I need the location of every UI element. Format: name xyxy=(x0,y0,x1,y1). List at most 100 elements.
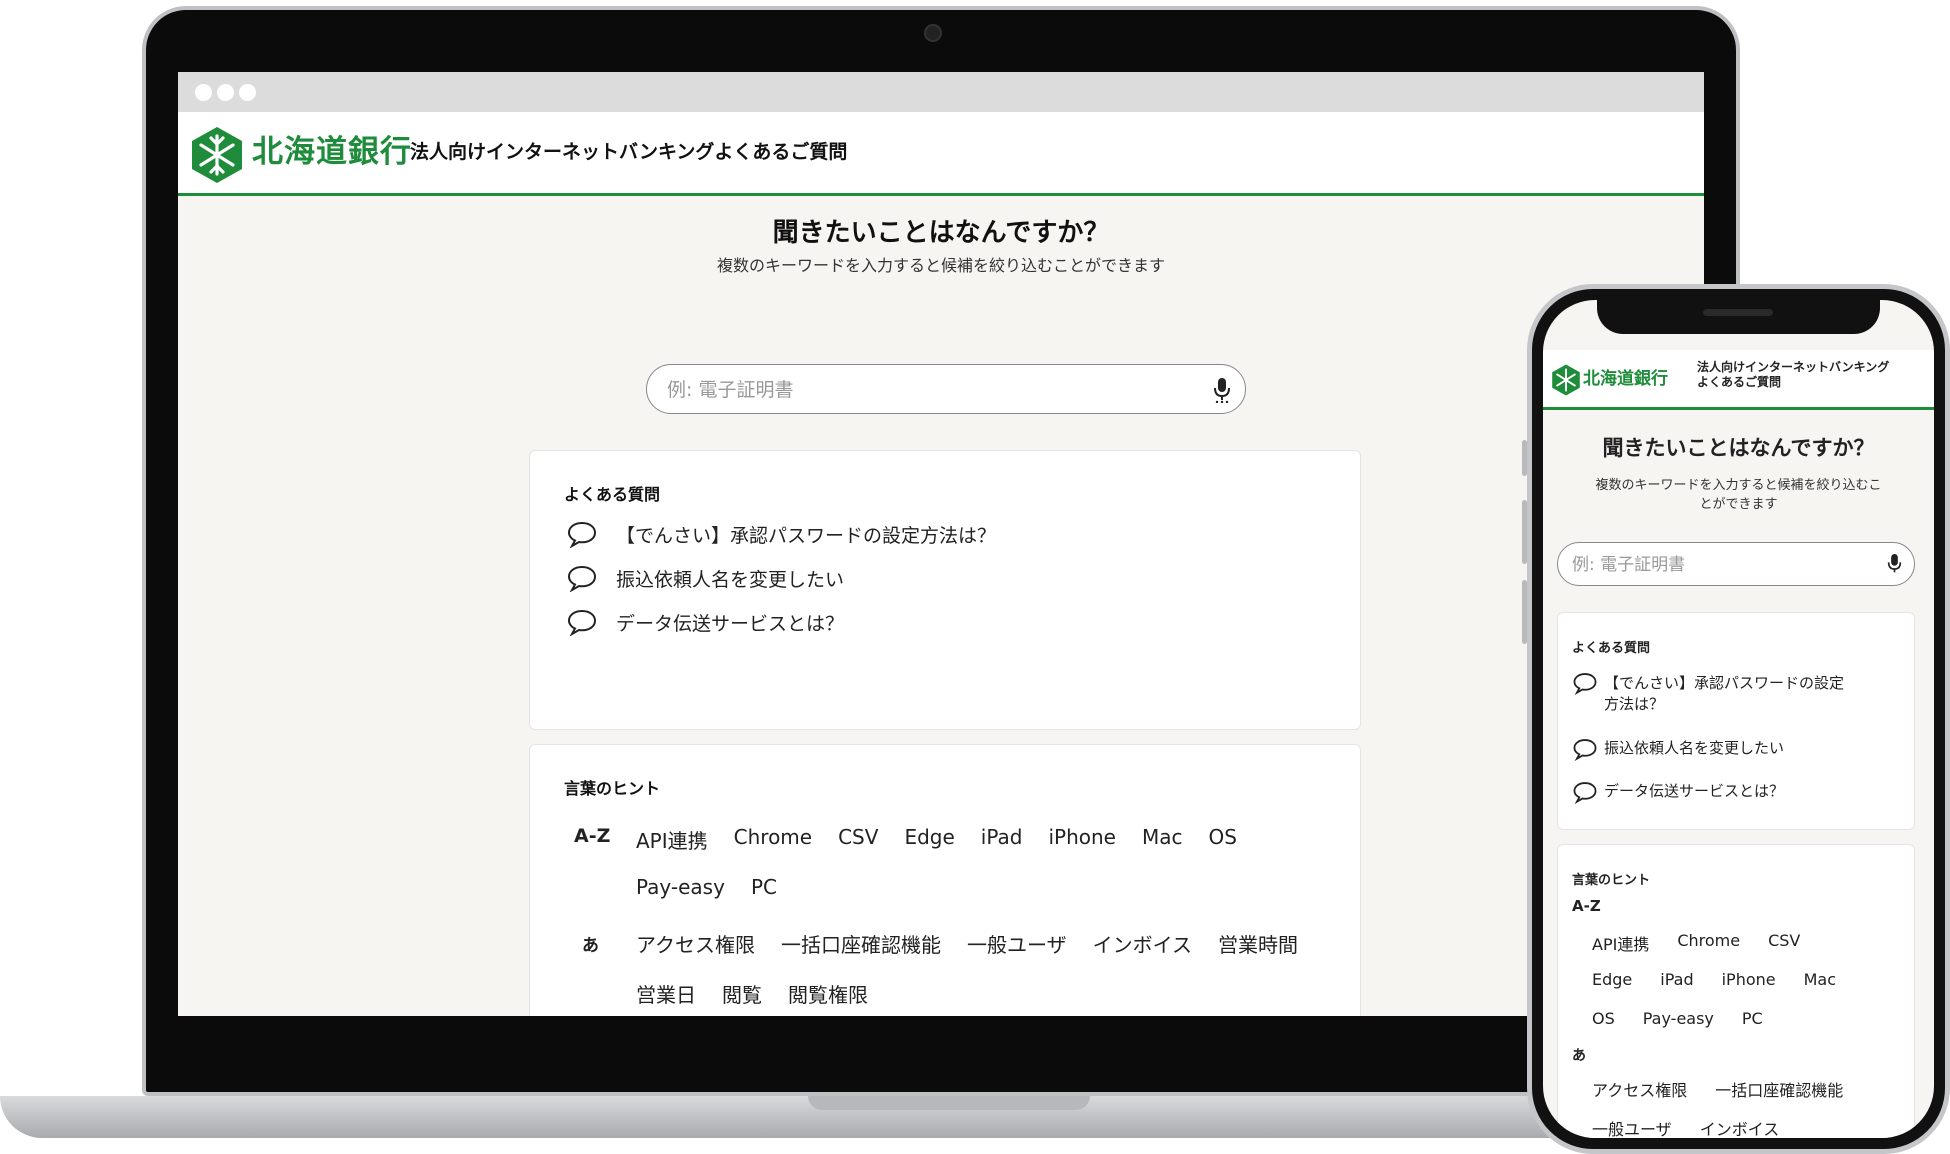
hint-word[interactable]: iPad xyxy=(981,825,1023,854)
mobile-hints-title: 言葉のヒント xyxy=(1572,873,1651,888)
hint-word[interactable]: iPhone xyxy=(1722,970,1776,989)
speech-bubble-icon xyxy=(567,609,597,636)
hint-word[interactable]: Edge xyxy=(904,825,954,854)
hint-word[interactable]: 一括口座確認機能 xyxy=(781,929,941,958)
hint-word[interactable]: Chrome xyxy=(734,825,812,854)
phone-speaker xyxy=(1703,309,1773,316)
hint-row: API連携 Chrome CSV Edge iPad iPhone Mac OS xyxy=(636,825,1237,854)
laptop-notch xyxy=(808,1096,1090,1110)
mobile-hint-row: API連携 Chrome CSV xyxy=(1592,931,1800,955)
hint-group-label: A-Z xyxy=(574,825,611,847)
bank-logo-icon[interactable] xyxy=(190,126,244,184)
search-box[interactable] xyxy=(646,364,1246,414)
mobile-faq-item-line: 【でんさい】承認パスワードの設定 xyxy=(1604,674,1845,692)
window-dot-icon xyxy=(239,84,256,101)
hint-row: Pay-easy PC xyxy=(636,875,777,899)
mobile-faq-item-line: 方法は？ xyxy=(1604,695,1665,713)
hints-title: 言葉のヒント xyxy=(564,779,661,798)
hint-word[interactable]: Pay-easy xyxy=(1643,1009,1714,1028)
hint-word[interactable]: 営業日 xyxy=(636,979,696,1008)
faq-item-label: 【でんさい】承認パスワードの設定方法は？ xyxy=(616,524,997,547)
hint-word[interactable]: 一括口座確認機能 xyxy=(1715,1077,1843,1101)
hint-word[interactable]: 営業時間 xyxy=(1218,929,1298,958)
hint-word[interactable]: OS xyxy=(1592,1009,1615,1028)
mobile-hint-row: OS Pay-easy PC xyxy=(1592,1009,1763,1028)
hint-word[interactable]: 閲覧 xyxy=(722,979,762,1008)
mobile-screen: 北海道銀行 法人向けインターネットバンキング よくあるご質問 聞きたいことはなん… xyxy=(1543,300,1934,1138)
hint-word[interactable]: 一般ユーザ xyxy=(1592,1116,1672,1138)
hint-word[interactable]: 閲覧権限 xyxy=(788,979,868,1008)
hint-word[interactable]: CSV xyxy=(838,825,878,854)
hint-word[interactable]: インボイス xyxy=(1700,1116,1780,1138)
browser-bar xyxy=(178,72,1704,112)
hint-row: 営業日 閲覧 閲覧権限 xyxy=(636,979,868,1008)
faq-card: よくある質問 【でんさい】承認パスワードの設定方法は？ 振込依頼人名を変更したい… xyxy=(529,450,1361,730)
hint-row: アクセス権限 一括口座確認機能 一般ユーザ インボイス 営業時間 xyxy=(636,929,1298,958)
mobile-hint-row: Edge iPad iPhone Mac xyxy=(1592,970,1836,989)
page-title: 法人向けインターネットバンキングよくあるご質問 xyxy=(410,141,848,163)
faq-item[interactable]: 振込依頼人名を変更したい xyxy=(566,564,844,592)
hint-word[interactable]: Chrome xyxy=(1677,931,1740,955)
site-header: 北海道銀行 法人向けインターネットバンキングよくあるご質問 xyxy=(178,112,1704,196)
bank-logo-text[interactable]: 北海道銀行 xyxy=(1583,364,1668,389)
faq-title: よくある質問 xyxy=(564,485,661,504)
speech-bubble-icon xyxy=(567,565,597,592)
mobile-search-input[interactable] xyxy=(1570,551,1864,579)
mobile-search-box[interactable] xyxy=(1557,542,1915,586)
hint-word[interactable]: Mac xyxy=(1804,970,1836,989)
mobile-hint-group-label: A-Z xyxy=(1572,897,1601,915)
hint-word[interactable]: iPad xyxy=(1660,970,1693,989)
speech-bubble-icon xyxy=(567,521,597,548)
mobile-faq-title: よくある質問 xyxy=(1572,641,1651,656)
mobile-hint-group-label: あ xyxy=(1572,1048,1586,1064)
hint-word[interactable]: iPhone xyxy=(1048,825,1116,854)
mobile-faq-item-label: 振込依頼人名を変更したい xyxy=(1604,739,1785,757)
bank-logo-text[interactable]: 北海道銀行 xyxy=(252,126,412,171)
search-input[interactable] xyxy=(665,374,1189,406)
mobile-faq-item[interactable]: 【でんさい】承認パスワードの設定 方法は？ xyxy=(1572,673,1844,715)
desktop-screen: 北海道銀行 法人向けインターネットバンキングよくあるご質問 聞きたいことはなんで… xyxy=(178,72,1704,1016)
speech-bubble-icon xyxy=(1573,673,1597,695)
hint-word[interactable]: Pay-easy xyxy=(636,875,725,899)
mobile-hero-subtitle-line: 複数のキーワードを入力すると候補を絞り込むこ xyxy=(1595,478,1882,493)
hero-subtitle: 複数のキーワードを入力すると候補を絞り込むことができます xyxy=(716,256,1165,275)
mobile-page-title-line: よくあるご質問 xyxy=(1697,375,1782,389)
hint-word[interactable]: API連携 xyxy=(1592,931,1649,955)
hint-word[interactable]: 一般ユーザ xyxy=(967,929,1067,958)
hint-word[interactable]: Edge xyxy=(1592,970,1632,989)
mobile-faq-card: よくある質問 【でんさい】承認パスワードの設定 方法は？ 振込依頼人名を変更した… xyxy=(1557,612,1915,830)
faq-item[interactable]: データ伝送サービスとは？ xyxy=(566,608,844,636)
mobile-faq-item[interactable]: データ伝送サービスとは？ xyxy=(1572,780,1784,804)
mobile-page-title: 法人向けインターネットバンキング よくあるご質問 xyxy=(1697,360,1889,390)
window-dot-icon xyxy=(195,84,212,101)
faq-item-label: 振込依頼人名を変更したい xyxy=(616,568,845,591)
mobile-site-header: 北海道銀行 法人向けインターネットバンキング よくあるご質問 xyxy=(1543,350,1934,410)
hints-card: 言葉のヒント A-Z API連携 Chrome CSV Edge iPad iP… xyxy=(529,744,1361,1016)
mobile-faq-item-label: データ伝送サービスとは？ xyxy=(1604,782,1785,800)
hint-word[interactable]: アクセス権限 xyxy=(1592,1077,1687,1101)
faq-item-label: データ伝送サービスとは？ xyxy=(616,612,845,635)
hint-word[interactable]: API連携 xyxy=(636,825,708,854)
hint-word[interactable]: インボイス xyxy=(1093,929,1192,958)
faq-item[interactable]: 【でんさい】承認パスワードの設定方法は？ xyxy=(566,520,996,548)
mobile-hints-card: 言葉のヒント A-Z API連携 Chrome CSV Edge iPad iP… xyxy=(1557,844,1915,1138)
hint-word[interactable]: アクセス権限 xyxy=(636,929,755,958)
mobile-hero-subtitle-line: とができます xyxy=(1699,497,1778,512)
hint-word[interactable]: OS xyxy=(1208,825,1236,854)
hint-group-label: あ xyxy=(582,936,599,956)
mobile-faq-item[interactable]: 振込依頼人名を変更したい xyxy=(1572,737,1784,761)
microphone-icon[interactable] xyxy=(1887,552,1902,576)
hint-word[interactable]: PC xyxy=(751,875,777,899)
hint-word[interactable]: Mac xyxy=(1142,825,1183,854)
window-dot-icon xyxy=(217,84,234,101)
mobile-page-title-line: 法人向けインターネットバンキング xyxy=(1697,360,1890,374)
mobile-hint-row: アクセス権限 一括口座確認機能 xyxy=(1592,1077,1843,1101)
hero-title: 聞きたいことはなんですか？ xyxy=(772,218,1110,248)
mobile-hero-title: 聞きたいことはなんですか？ xyxy=(1602,436,1875,460)
mobile-hero-subtitle: 複数のキーワードを入力すると候補を絞り込むこ とができます xyxy=(1543,476,1934,514)
hint-word[interactable]: PC xyxy=(1742,1009,1763,1028)
bank-logo-icon[interactable] xyxy=(1551,364,1581,396)
microphone-icon[interactable] xyxy=(1213,377,1231,403)
speech-bubble-icon xyxy=(1573,782,1597,804)
hint-word[interactable]: CSV xyxy=(1768,931,1800,955)
